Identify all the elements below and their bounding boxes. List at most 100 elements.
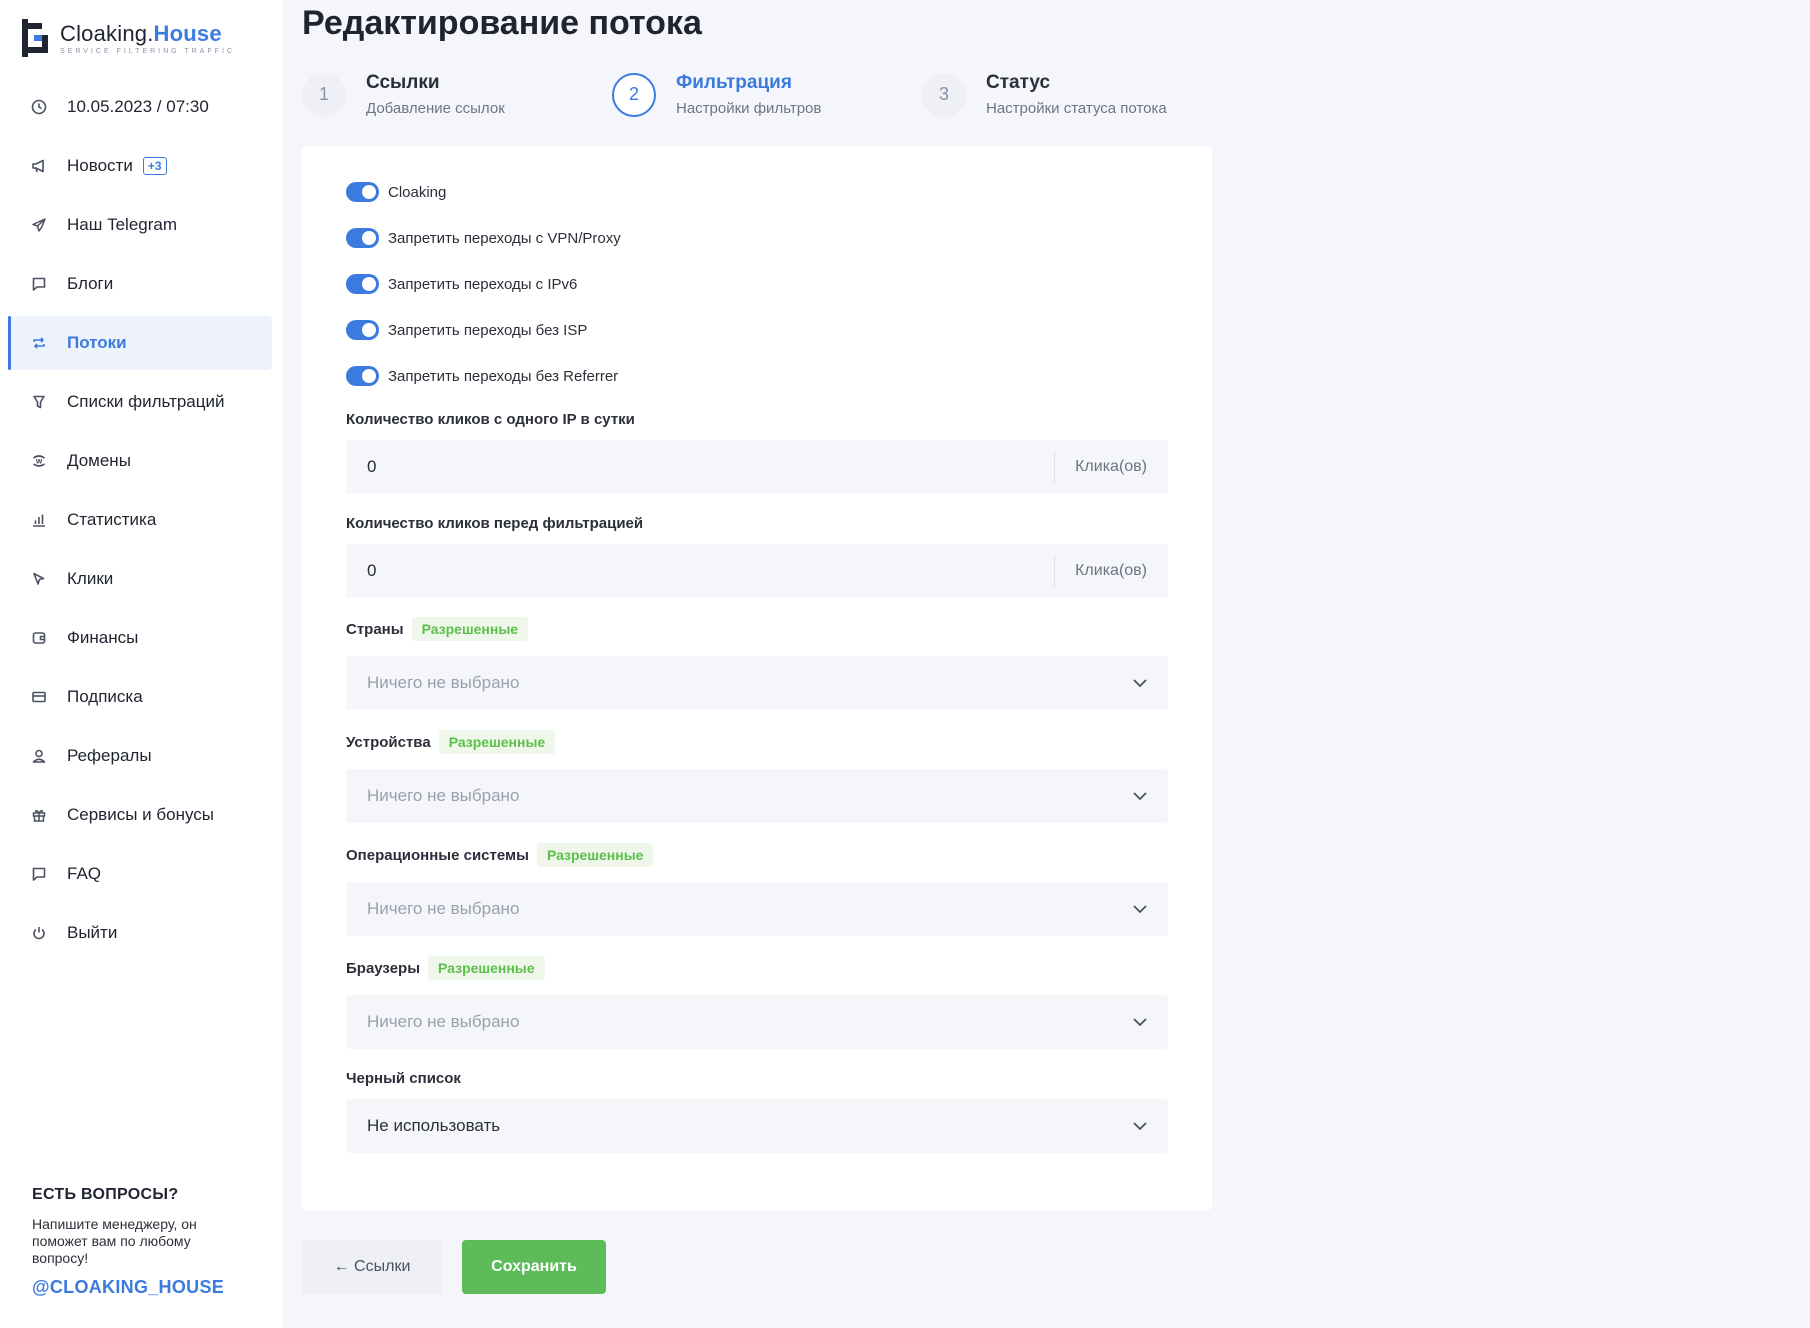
- sidebar-item-referrals[interactable]: Рефералы: [8, 729, 272, 783]
- sidebar-item-label: FAQ: [67, 864, 102, 883]
- blacklist-label: Черный список: [346, 1070, 461, 1087]
- block-vpn-toggle[interactable]: [346, 228, 379, 248]
- block-no-referrer-toggle[interactable]: [346, 366, 379, 386]
- sidebar-item-clicks[interactable]: Клики: [8, 552, 272, 606]
- toggle-row-isp: Запретить переходы без ISP: [346, 320, 587, 340]
- select-value: Ничего не выбрано: [367, 673, 520, 692]
- back-to-links-button[interactable]: ← Ссылки: [302, 1240, 442, 1294]
- step-subtitle: Добавление ссылок: [366, 100, 505, 117]
- countries-select[interactable]: Ничего не выбрано: [346, 656, 1168, 710]
- countries-label: Страны Разрешенные: [346, 617, 529, 641]
- sidebar-item-finance[interactable]: Финансы: [8, 611, 272, 665]
- repeat-icon: [30, 334, 48, 352]
- toggle-label: Запретить переходы без Referrer: [388, 367, 619, 385]
- manager-telegram-link[interactable]: @CLOAKING_HOUSE: [32, 1277, 242, 1298]
- sidebar-item-label: Рефералы: [67, 746, 152, 765]
- sidebar-item-label: 10.05.2023 / 07:30: [67, 97, 209, 116]
- bar-chart-icon: [30, 511, 48, 529]
- chevron-down-icon: [1120, 656, 1160, 710]
- sidebar-item-faq[interactable]: FAQ: [8, 847, 272, 901]
- help-block: ЕСТЬ ВОПРОСЫ? Напишите менеджеру, он пом…: [32, 1186, 242, 1298]
- step-filtering[interactable]: 2 Фильтрация Настройки фильтров: [612, 72, 821, 117]
- select-value: Ничего не выбрано: [367, 899, 520, 918]
- help-text: Напишите менеджеру, он поможет вам по лю…: [32, 1216, 197, 1266]
- allowed-mode-tag[interactable]: Разрешенные: [536, 843, 654, 867]
- cloaking-toggle[interactable]: [346, 182, 379, 202]
- news-count-badge: +3: [142, 157, 167, 175]
- sidebar-item-blogs[interactable]: Блоги: [8, 257, 272, 311]
- block-no-isp-toggle[interactable]: [346, 320, 379, 340]
- toggle-row-vpn: Запретить переходы с VPN/Proxy: [346, 228, 621, 248]
- sidebar-item-subscription[interactable]: Подписка: [8, 670, 272, 724]
- os-label: Операционные системы Разрешенные: [346, 843, 654, 867]
- devices-label: Устройства Разрешенные: [346, 730, 556, 754]
- sidebar-item-datetime: 10.05.2023 / 07:30: [8, 80, 272, 134]
- chat-icon: [30, 865, 48, 883]
- step-links[interactable]: 1 Ссылки Добавление ссылок: [302, 72, 505, 117]
- sidebar-item-label: Домены: [67, 451, 131, 470]
- input-suffix: Клика(ов): [1054, 451, 1168, 483]
- brand-name: Cloaking.House: [60, 21, 222, 46]
- sidebar-item-services[interactable]: Сервисы и бонусы: [8, 788, 272, 842]
- clicks-before-filter-input[interactable]: 0 Клика(ов): [346, 544, 1168, 598]
- sidebar-item-label: Выйти: [67, 923, 118, 942]
- sidebar-item-telegram[interactable]: Наш Telegram: [8, 198, 272, 252]
- sidebar-item-logout[interactable]: Выйти: [8, 906, 272, 960]
- chevron-down-icon: [1120, 769, 1160, 823]
- sidebar-item-label: Списки фильтраций: [67, 392, 225, 411]
- browsers-select[interactable]: Ничего не выбрано: [346, 995, 1168, 1049]
- blacklist-select[interactable]: Не использовать: [346, 1099, 1168, 1153]
- devices-select[interactable]: Ничего не выбрано: [346, 769, 1168, 823]
- logo-icon: [20, 19, 50, 57]
- allowed-mode-tag[interactable]: Разрешенные: [438, 730, 556, 754]
- sidebar-nav: 10.05.2023 / 07:30 Новости +3 Наш Telegr…: [8, 80, 272, 965]
- toggle-label: Запретить переходы с IPv6: [388, 275, 578, 293]
- sidebar-item-label: Блоги: [67, 274, 114, 293]
- logo[interactable]: Cloaking.House SERVICE FILTERING TRAFFIC: [20, 18, 235, 58]
- help-title: ЕСТЬ ВОПРОСЫ?: [32, 1186, 179, 1203]
- globe-icon: W: [30, 452, 48, 470]
- sidebar-item-label: Подписка: [67, 687, 143, 706]
- os-select[interactable]: Ничего не выбрано: [346, 882, 1168, 936]
- sidebar-item-filter-lists[interactable]: Списки фильтраций: [8, 375, 272, 429]
- sidebar-item-domains[interactable]: W Домены: [8, 434, 272, 488]
- sidebar-item-label: Статистика: [67, 510, 157, 529]
- page-title: Редактирование потока: [302, 4, 702, 42]
- toggle-label: Cloaking: [388, 183, 447, 201]
- sidebar-item-label: Новости: [67, 156, 133, 175]
- step-number: 3: [922, 72, 966, 117]
- cursor-icon: [30, 570, 48, 588]
- svg-text:W: W: [36, 459, 43, 466]
- sidebar-item-streams[interactable]: Потоки: [8, 316, 272, 370]
- brand-tagline: SERVICE FILTERING TRAFFIC: [60, 48, 235, 55]
- step-subtitle: Настройки статуса потока: [986, 100, 1167, 117]
- sidebar-item-label: Клики: [67, 569, 114, 588]
- input-value: 0: [367, 561, 377, 580]
- clicks-per-ip-label: Количество кликов с одного IP в сутки: [346, 411, 635, 428]
- toggle-label: Запретить переходы с VPN/Proxy: [388, 229, 621, 247]
- step-status[interactable]: 3 Статус Настройки статуса потока: [922, 72, 1167, 117]
- toggle-row-ipv6: Запретить переходы с IPv6: [346, 274, 577, 294]
- browsers-label: Браузеры Разрешенные: [346, 956, 545, 980]
- step-number: 2: [612, 72, 656, 117]
- sidebar-item-label: Потоки: [67, 333, 127, 352]
- sidebar-item-label: Сервисы и бонусы: [67, 805, 214, 824]
- save-button[interactable]: Сохранить: [462, 1240, 606, 1294]
- chevron-down-icon: [1120, 882, 1160, 936]
- sidebar-item-statistics[interactable]: Статистика: [8, 493, 272, 547]
- allowed-mode-tag[interactable]: Разрешенные: [411, 617, 529, 641]
- filter-settings-card: Cloaking Запретить переходы с VPN/Proxy …: [302, 146, 1212, 1210]
- block-ipv6-toggle[interactable]: [346, 274, 379, 294]
- select-value: Ничего не выбрано: [367, 1012, 520, 1031]
- toggle-label: Запретить переходы без ISP: [388, 321, 588, 339]
- toggle-row-cloaking: Cloaking: [346, 182, 446, 202]
- allowed-mode-tag[interactable]: Разрешенные: [428, 956, 545, 980]
- wallet-icon: [30, 629, 48, 647]
- clicks-before-filter-label: Количество кликов перед фильтрацией: [346, 515, 644, 532]
- toggle-row-referrer: Запретить переходы без Referrer: [346, 366, 618, 386]
- chevron-down-icon: [1120, 1099, 1160, 1153]
- power-icon: [30, 924, 48, 942]
- clicks-per-ip-input[interactable]: 0 Клика(ов): [346, 440, 1168, 494]
- sidebar-item-news[interactable]: Новости +3: [8, 139, 272, 193]
- clock-icon: [30, 98, 48, 116]
